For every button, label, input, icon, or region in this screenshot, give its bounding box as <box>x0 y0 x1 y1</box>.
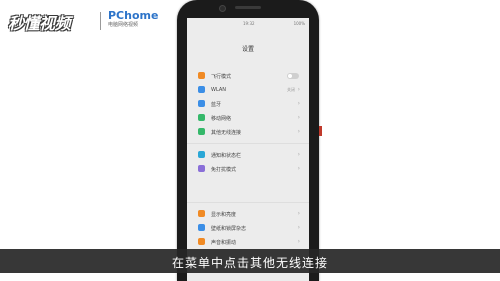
settings-item-mobile-network[interactable]: 移动网络 › <box>187 111 309 125</box>
settings-item-label: 通知和状态栏 <box>211 153 242 159</box>
settings-item-sound[interactable]: 声音和振动 › <box>187 235 309 249</box>
settings-item-label: 其他无线连接 <box>211 130 242 136</box>
chevron-right-icon: › <box>297 210 300 217</box>
settings-item-label: 免打扰模式 <box>211 167 237 173</box>
notification-icon <box>198 151 205 158</box>
chevron-right-icon: › <box>297 165 300 172</box>
earpiece-speaker <box>235 6 261 9</box>
status-time: 19:32 <box>243 21 255 26</box>
brand-name: PChome <box>108 9 159 22</box>
section-divider <box>187 202 309 203</box>
chevron-right-icon: › <box>297 224 300 231</box>
logo-divider <box>100 12 101 30</box>
settings-item-display[interactable]: 显示和亮度 › <box>187 207 309 221</box>
settings-item-wallpaper[interactable]: 壁纸和锁屏杂志 › <box>187 221 309 235</box>
bluetooth-icon <box>198 100 205 107</box>
section-divider <box>187 143 309 144</box>
wireless-connections-icon <box>198 128 205 135</box>
subtitle-band: 在菜单中点击其他无线连接 <box>0 249 500 273</box>
moon-icon <box>198 165 205 172</box>
status-bar: 19:32 100% <box>187 18 309 28</box>
settings-item-do-not-disturb[interactable]: 免打扰模式 › <box>187 162 309 176</box>
logo-text: 秒懂视频 <box>8 14 71 33</box>
settings-item-label: WLAN <box>211 87 227 93</box>
battery-indicator: 100% <box>293 21 305 26</box>
settings-item-notifications[interactable]: 通知和状态栏 › <box>187 148 309 162</box>
video-watermark-logo: 秒懂视频 PChome 电脑网络视频 <box>8 9 168 34</box>
page-title: 设置 <box>241 46 254 53</box>
brightness-icon <box>198 210 205 217</box>
power-button <box>319 126 322 136</box>
airplane-icon <box>198 72 205 79</box>
airplane-mode-toggle[interactable] <box>287 73 299 79</box>
settings-item-label: 声音和振动 <box>211 240 237 246</box>
chevron-right-icon: › <box>297 86 300 93</box>
front-camera-icon <box>219 5 226 12</box>
chevron-right-icon: › <box>297 128 300 135</box>
settings-item-other-wireless[interactable]: 其他无线连接 › <box>187 125 309 139</box>
brand-subtitle: 电脑网络视频 <box>108 22 139 28</box>
settings-item-label: 飞行模式 <box>211 74 232 80</box>
settings-item-bluetooth[interactable]: 蓝牙 › <box>187 97 309 111</box>
chevron-right-icon: › <box>297 238 300 245</box>
subtitle-caption: 在菜单中点击其他无线连接 <box>171 256 328 270</box>
chevron-right-icon: › <box>297 151 300 158</box>
settings-item-label: 显示和亮度 <box>211 212 237 218</box>
brand-logo: PChome 电脑网络视频 <box>108 9 159 29</box>
speaker-icon <box>198 238 205 245</box>
chevron-right-icon: › <box>297 114 300 121</box>
settings-item-airplane-mode[interactable]: 飞行模式 <box>187 69 309 83</box>
phone-top-bezel <box>177 0 319 16</box>
settings-screen: 19:32 100% 设置 飞行模式 WLAN 关闭 › 蓝牙 › 移动网络 › <box>187 18 309 281</box>
settings-item-label: 壁纸和锁屏杂志 <box>211 226 247 232</box>
settings-item-wlan[interactable]: WLAN 关闭 › <box>187 83 309 97</box>
mobile-network-icon <box>198 114 205 121</box>
wifi-icon <box>198 86 205 93</box>
chevron-right-icon: › <box>297 100 300 107</box>
phone-device: 19:32 100% 设置 飞行模式 WLAN 关闭 › 蓝牙 › 移动网络 › <box>177 0 322 281</box>
settings-item-label: 蓝牙 <box>211 102 222 108</box>
settings-item-label: 移动网络 <box>211 116 232 122</box>
wallpaper-icon <box>198 224 205 231</box>
wlan-status-value: 关闭 <box>287 87 295 92</box>
